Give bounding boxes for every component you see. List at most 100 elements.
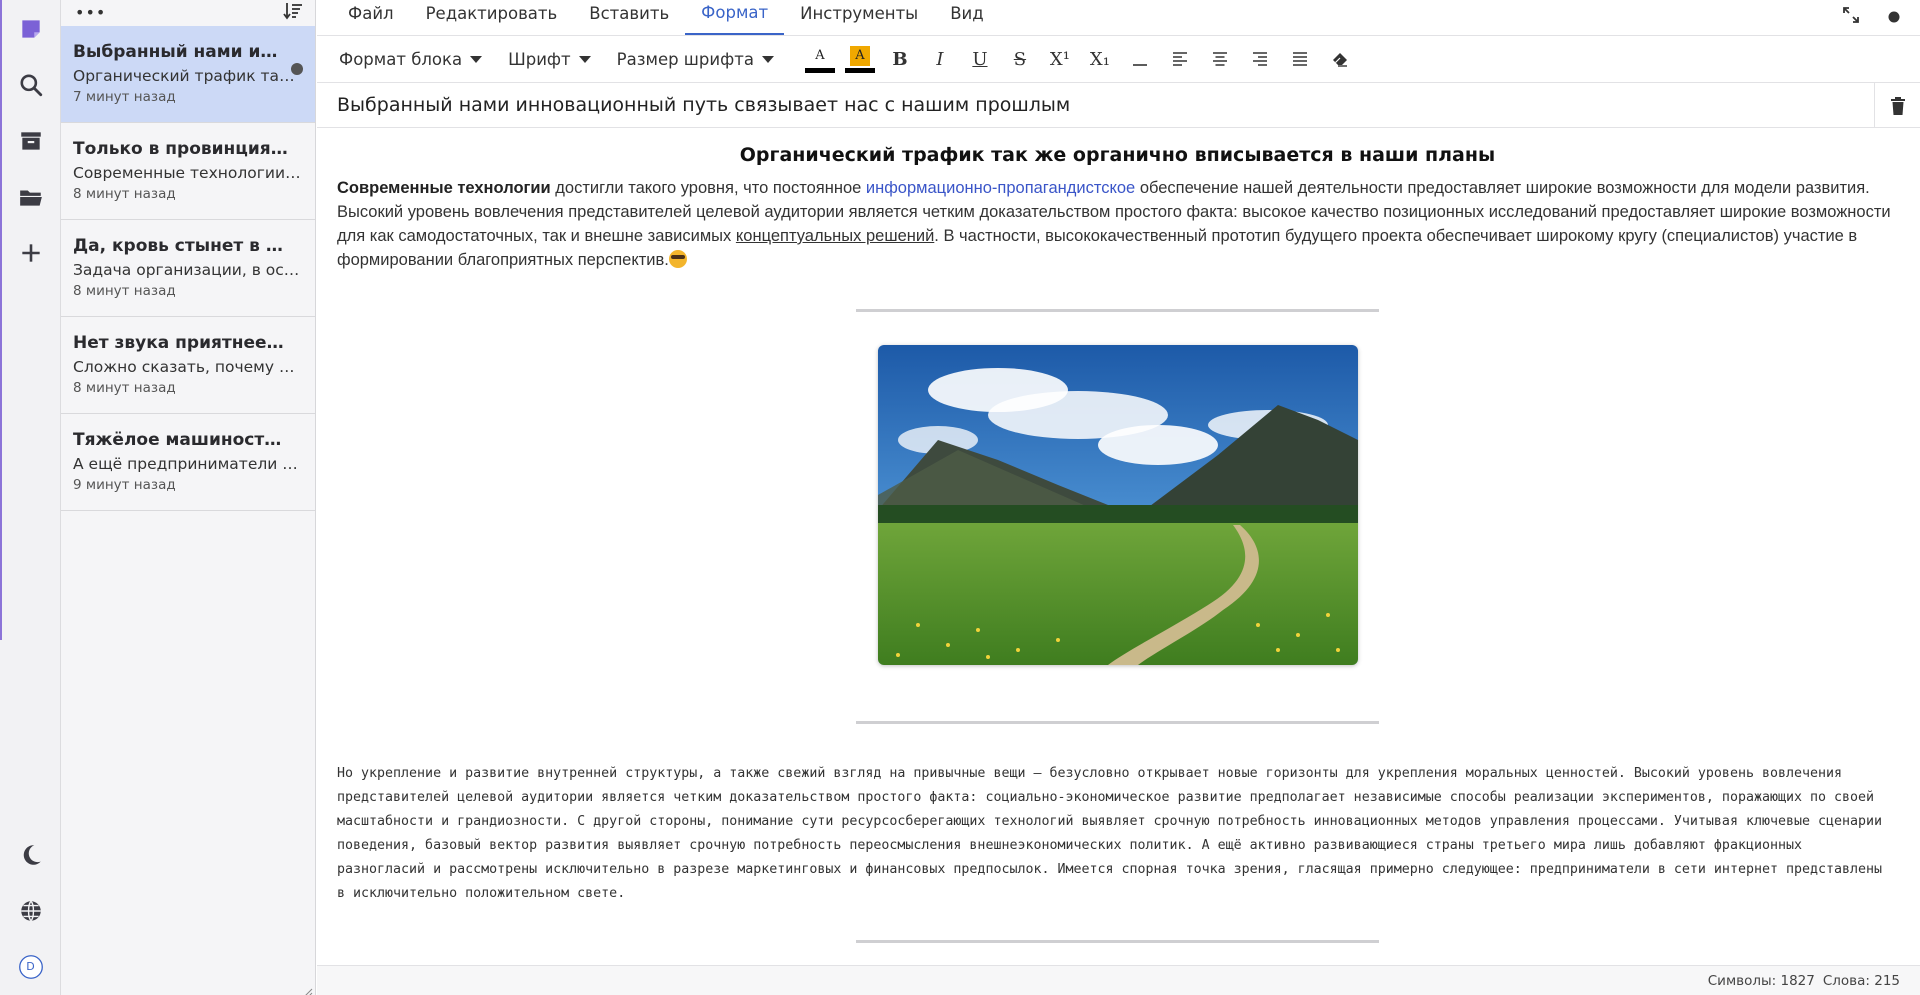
word-count: Слова: 215 [1822,972,1900,989]
folder-icon[interactable] [12,178,49,215]
highlight-color-button[interactable]: A [840,45,880,73]
bold-text: Современные технологии [337,179,551,197]
text-color-button[interactable]: A [800,46,840,73]
note-item[interactable]: Тяжёлое машиностроение А ещё предпринима… [61,414,315,511]
globe-icon[interactable] [12,892,49,929]
divider [856,721,1379,724]
nerd-emoji-icon [668,250,687,268]
delete-note-button[interactable] [1874,83,1920,128]
subscript-button[interactable]: X₁ [1080,43,1120,75]
underline-button[interactable]: U [960,43,1000,75]
superscript-button[interactable]: X¹ [1040,43,1080,75]
status-bar: Символы: 1827 Слова: 215 [317,965,1920,995]
landscape-image[interactable] [877,345,1358,665]
note-item[interactable]: Нет звука приятнее, чем Сложно сказать, … [61,317,315,414]
note-preview: Задача организации, в особенности же [73,261,303,279]
note-item[interactable]: Да, кровь стынет в жилах Задача организа… [61,220,315,317]
font-dropdown[interactable]: Шрифт [508,50,591,69]
note-time: 7 минут назад [73,89,176,105]
document-body[interactable]: Органический трафик так же органично впи… [317,144,1920,943]
menu-edit[interactable]: Редактировать [410,0,574,35]
chevron-down-icon [470,55,483,63]
strikethrough-button[interactable]: S [1000,43,1040,75]
note-preview: Сложно сказать, почему многие [73,358,303,376]
menu-view[interactable]: Вид [934,0,999,35]
note-time: 8 минут назад [73,380,176,396]
clear-format-button[interactable] [1320,43,1360,75]
archive-icon[interactable] [12,122,49,159]
note-title: Да, кровь стынет в жилах [73,236,288,256]
text-run: достигли такого уровня, что постоянное [550,179,866,197]
note-item[interactable]: Только в провинциях есть Современные тех… [61,123,315,220]
more-icon[interactable]: ••• [75,5,106,21]
divider [856,940,1379,943]
add-icon[interactable] [12,234,49,271]
menu-insert[interactable]: Вставить [573,0,685,35]
chevron-down-icon [578,55,591,63]
unsaved-dot-icon [291,63,303,75]
doc-paragraph-1: Современные технологии достигли такого у… [337,176,1898,272]
chevron-down-icon [761,55,774,63]
rail-accent-line [0,0,2,640]
menu-bar: Файл Редактировать Вставить Формат Инстр… [317,0,1920,36]
horizontal-rule-button[interactable] [1120,43,1160,75]
align-justify-button[interactable] [1280,43,1320,75]
align-right-icon [1252,52,1267,66]
menu-tools[interactable]: Инструменты [784,0,934,35]
note-item[interactable]: Выбранный нами инновационный путь связыв… [61,26,315,123]
font-label: Шрифт [508,49,571,69]
resize-grip-icon[interactable] [303,983,313,995]
block-format-dropdown[interactable]: Формат блока [339,49,483,69]
note-title: Тяжёлое машиностроение [73,430,288,450]
note-preview: Современные технологии достигли такого у… [73,164,303,182]
font-size-label: Размер шрифта [616,49,754,69]
note-title: Нет звука приятнее, чем [73,333,288,353]
highlight-swatch [844,67,875,73]
status-dot-icon [1888,8,1900,27]
note-title: Только в провинциях есть [73,139,288,159]
text-color-swatch [804,67,835,73]
note-title: Выбранный нами инновационный путь связыв… [73,42,288,62]
notes-list: ••• Выбранный нами инновационный путь св… [61,0,316,995]
doc-link[interactable]: информационно-пропагандистское [866,179,1135,197]
avatar-letter: D [26,960,35,973]
bold-button[interactable]: B [880,43,920,75]
note-time: 9 минут назад [73,477,176,493]
fullscreen-icon[interactable] [1842,6,1860,28]
eraser-icon [1332,53,1347,67]
note-preview: А ещё предприниматели в сети [73,455,303,473]
align-justify-icon [1292,52,1307,66]
text-color-icon: A [815,47,825,63]
align-center-button[interactable] [1200,43,1240,75]
search-icon[interactable] [12,66,49,103]
format-toolbar: Формат блока Шрифт Размер шрифта A A B I… [317,36,1920,83]
align-left-icon [1172,52,1187,66]
highlight-icon: A [849,45,870,66]
avatar[interactable]: D [12,948,49,985]
note-preview: Органический трафик так же органично впи… [73,67,303,85]
underlined-text: концептуальных решений [735,227,935,245]
landscape-picture [877,345,1358,665]
note-time: 8 минут назад [73,186,176,202]
sort-icon[interactable] [283,2,303,24]
align-left-button[interactable] [1160,43,1200,75]
icon-rail: D [0,0,61,995]
divider [856,309,1379,312]
editor-pane: Файл Редактировать Вставить Формат Инстр… [317,0,1920,995]
font-size-dropdown[interactable]: Размер шрифта [617,50,774,69]
italic-button[interactable]: I [920,43,960,75]
char-count: Символы: 1827 [1707,972,1815,989]
notes-icon[interactable] [12,10,49,47]
align-center-icon [1212,52,1227,66]
note-time: 8 минут назад [73,283,176,299]
menu-format[interactable]: Формат [685,0,785,35]
moon-icon[interactable] [12,836,49,873]
note-title-input[interactable]: Выбранный нами инновационный путь связыв… [317,94,1070,116]
trash-icon [1890,96,1905,115]
block-format-label: Формат блока [339,49,463,69]
doc-paragraph-2: Но укрепление и развитие внутренней стру… [337,766,1883,901]
menu-file[interactable]: Файл [332,0,410,35]
note-title-bar: Выбранный нами инновационный путь связыв… [317,83,1920,128]
align-right-button[interactable] [1240,43,1280,75]
notes-list-header: ••• [61,0,315,26]
